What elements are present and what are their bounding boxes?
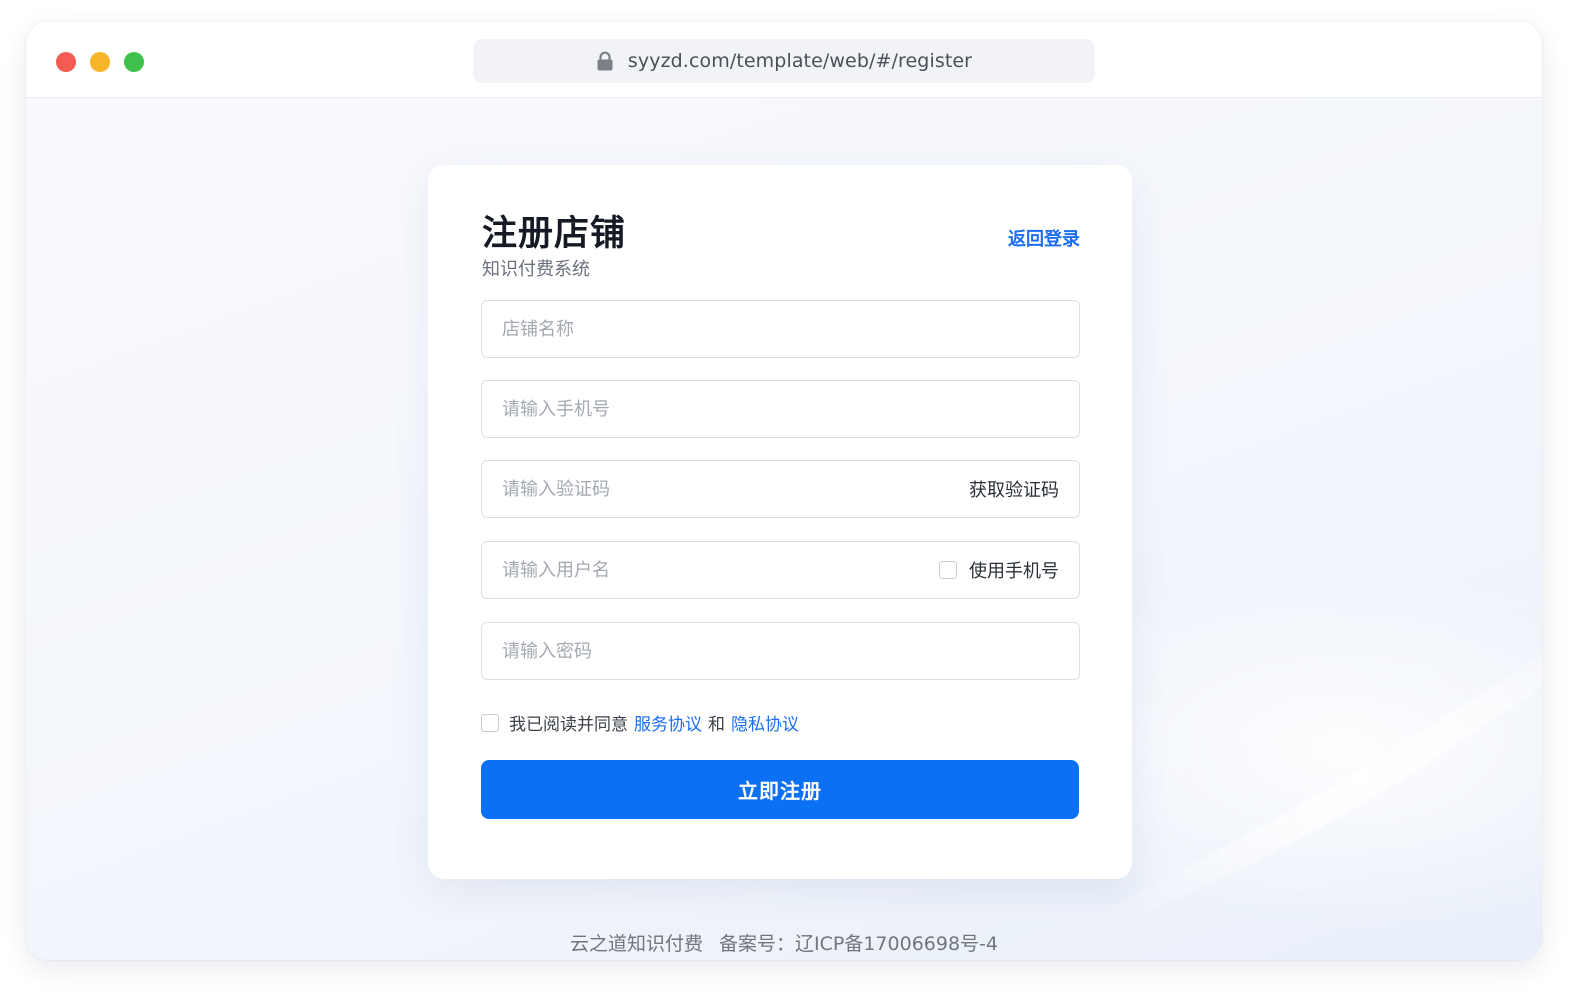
footer-brand: 云之道知识付费 <box>570 933 704 955</box>
shop-name-field <box>481 300 1080 358</box>
verification-code-field: 获取验证码 <box>481 460 1080 518</box>
footer-icp: 备案号：辽ICP备17006698号-4 <box>719 933 998 955</box>
browser-titlebar: syyzd.com/template/web/#/register <box>26 22 1542 98</box>
service-agreement-link[interactable]: 服务协议 <box>634 710 702 735</box>
maximize-window-button[interactable] <box>124 52 144 72</box>
register-card: 注册店铺 知识付费系统 返回登录 获取验证码 使用手机号 <box>428 165 1132 879</box>
username-input[interactable] <box>502 542 939 598</box>
get-code-button[interactable]: 获取验证码 <box>969 476 1059 502</box>
use-phone-toggle[interactable]: 使用手机号 <box>939 557 1059 583</box>
page-title: 注册店铺 <box>482 214 627 254</box>
shop-name-input[interactable] <box>502 301 1059 357</box>
lock-icon <box>596 51 614 71</box>
password-input[interactable] <box>502 623 1059 679</box>
back-to-login-link[interactable]: 返回登录 <box>1008 225 1080 251</box>
page-content: 注册店铺 知识付费系统 返回登录 获取验证码 使用手机号 <box>26 99 1542 960</box>
minimize-window-button[interactable] <box>90 52 110 72</box>
agreement-row: 我已阅读并同意 服务协议 和 隐私协议 <box>481 710 799 735</box>
use-phone-checkbox[interactable] <box>939 561 957 579</box>
page-footer: 云之道知识付费 备案号：辽ICP备17006698号-4 <box>26 929 1542 956</box>
username-field: 使用手机号 <box>481 541 1080 599</box>
agreement-prefix: 我已阅读并同意 <box>509 715 628 735</box>
background-decoration <box>1106 654 1542 924</box>
phone-field <box>481 380 1080 438</box>
url-text: syyzd.com/template/web/#/register <box>627 50 973 72</box>
address-bar[interactable]: syyzd.com/template/web/#/register <box>473 39 1095 83</box>
use-phone-label: 使用手机号 <box>969 561 1059 582</box>
phone-input[interactable] <box>502 381 1059 437</box>
close-window-button[interactable] <box>56 52 76 72</box>
password-field <box>481 622 1080 680</box>
page-subtitle: 知识付费系统 <box>482 259 590 280</box>
verification-code-input[interactable] <box>502 461 969 517</box>
browser-window: syyzd.com/template/web/#/register 注册店铺 知… <box>26 22 1542 960</box>
agreement-checkbox[interactable] <box>481 713 499 732</box>
agreement-conjunction: 和 <box>708 715 725 735</box>
register-button[interactable]: 立即注册 <box>481 760 1079 819</box>
privacy-agreement-link[interactable]: 隐私协议 <box>731 710 799 735</box>
